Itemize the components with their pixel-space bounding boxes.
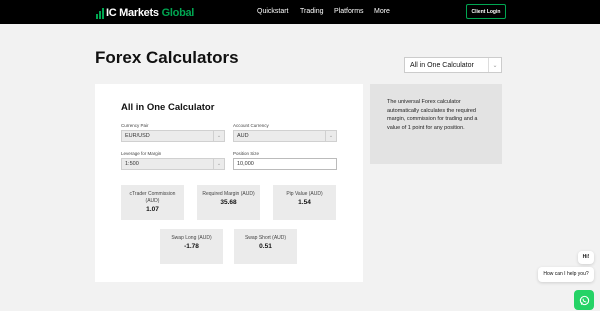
account-currency-label: Account Currency [233, 123, 269, 128]
result-label: Required Margin (AUD) [202, 191, 255, 197]
result-value: 35.68 [220, 199, 237, 206]
result-pip-value: Pip Value (AUD) 1.54 [273, 185, 336, 220]
top-navbar: IC Markets Global Quickstart Trading Pla… [0, 0, 600, 24]
calculator-title: All in One Calculator [121, 102, 215, 113]
account-currency-value: AUD [237, 133, 249, 139]
logo-text-accent: Global [161, 7, 195, 19]
currency-pair-label: Currency Pair [121, 123, 149, 128]
result-label: Swap Short (AUD) [244, 235, 287, 241]
result-value: -1.78 [184, 243, 199, 250]
chevron-down-icon: ⌄ [213, 131, 224, 141]
leverage-value: 1:500 [125, 161, 139, 167]
client-login-button[interactable]: Client Login [466, 4, 506, 19]
leverage-label: Leverage for Margin [121, 151, 162, 156]
result-label: Pip Value (AUD) [286, 191, 323, 197]
chevron-down-icon: ⌄ [213, 159, 224, 169]
nav-link-quickstart[interactable]: Quickstart [257, 7, 289, 16]
result-value: 1.54 [298, 199, 311, 206]
page-title: Forex Calculators [95, 48, 239, 67]
result-label: Swap Long (AUD) [171, 235, 212, 241]
calculator-type-value: All in One Calculator [410, 61, 474, 69]
result-value: 1.07 [146, 206, 159, 213]
account-currency-select[interactable]: AUD ⌄ [233, 130, 337, 142]
chat-prompt-bubble[interactable]: How can I help you? [538, 267, 594, 282]
result-ctrader-commission: cTrader Commission (AUD) 1.07 [121, 185, 184, 220]
chevron-down-icon: ⌄ [488, 58, 501, 72]
result-label: cTrader Commission (AUD) [129, 191, 176, 204]
calculator-type-select[interactable]: All in One Calculator ⌄ [404, 57, 502, 73]
result-swap-short: Swap Short (AUD) 0.51 [234, 229, 297, 264]
currency-pair-value: EUR/USD [125, 133, 150, 139]
logo-bars-icon [96, 7, 104, 19]
leverage-select[interactable]: 1:500 ⌄ [121, 158, 225, 170]
nav-link-platforms[interactable]: Platforms [334, 7, 364, 16]
calculator-description-panel: The universal Forex calculator automatic… [370, 84, 502, 164]
nav-link-more[interactable]: More [374, 7, 390, 16]
logo-text-primary: IC Markets [106, 7, 159, 19]
result-swap-long: Swap Long (AUD) -1.78 [160, 229, 223, 264]
position-size-label: Position Size [233, 151, 260, 156]
currency-pair-select[interactable]: EUR/USD ⌄ [121, 130, 225, 142]
calculator-description: The universal Forex calculator automatic… [387, 99, 478, 131]
ic-markets-logo[interactable]: IC Markets Global [96, 5, 194, 19]
whatsapp-chat-button[interactable] [574, 290, 594, 310]
result-required-margin: Required Margin (AUD) 35.68 [197, 185, 260, 220]
result-value: 0.51 [259, 243, 272, 250]
chat-greeting-bubble[interactable]: Hi! [578, 251, 594, 264]
position-size-input[interactable]: 10,000 [233, 158, 337, 170]
whatsapp-icon [579, 295, 589, 305]
calculator-card: All in One Calculator Currency Pair EUR/… [95, 84, 363, 282]
chevron-down-icon: ⌄ [325, 131, 336, 141]
nav-link-trading[interactable]: Trading [300, 7, 323, 16]
